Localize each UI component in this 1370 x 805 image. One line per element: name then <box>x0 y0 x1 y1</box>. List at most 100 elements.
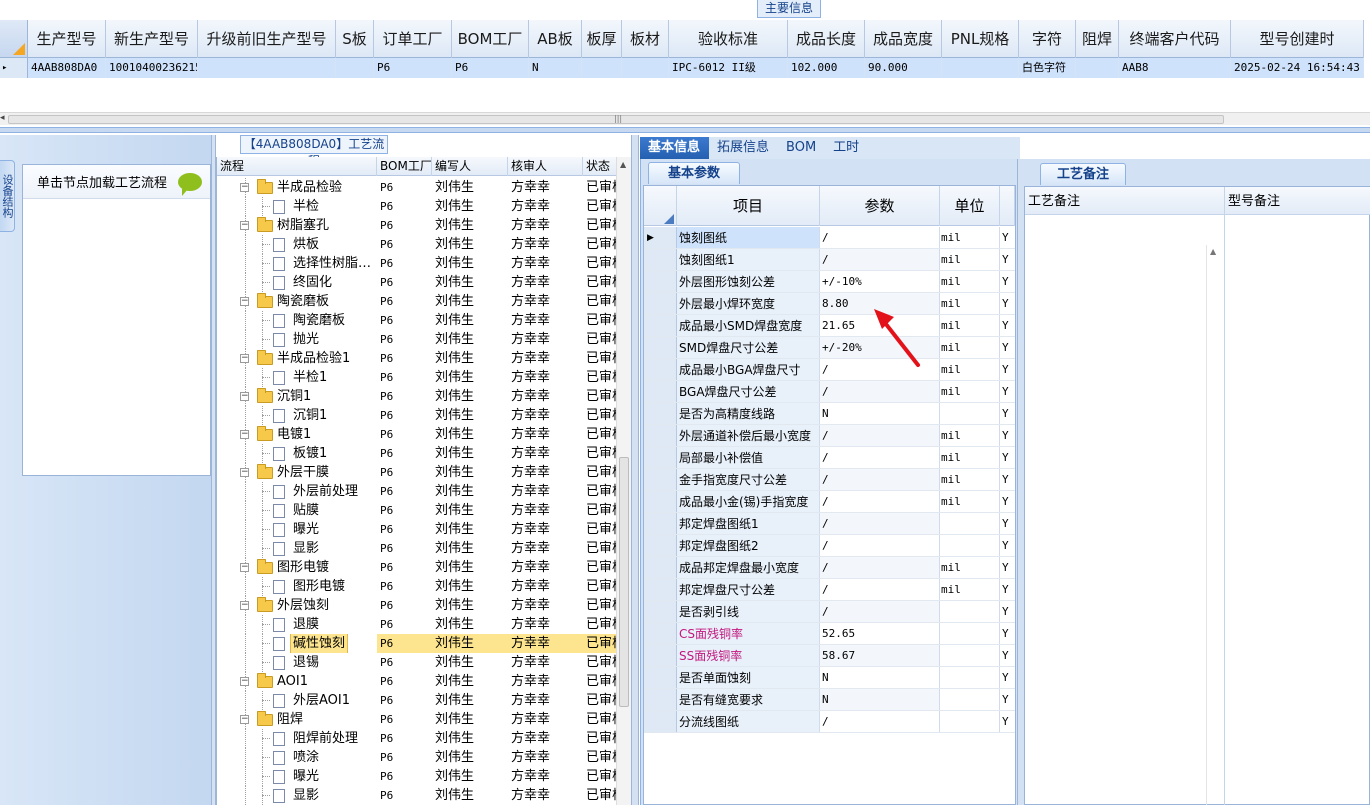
main-col-header[interactable]: 升级前旧生产型号 <box>198 20 336 58</box>
tree-node[interactable]: 板镀1 <box>217 444 377 463</box>
expand-toggle-icon[interactable]: − <box>240 430 249 439</box>
tree-row[interactable]: − 阻焊 P6 刘伟生 方幸幸 已审核 <box>217 710 623 729</box>
expand-toggle-icon[interactable]: − <box>240 221 249 230</box>
tree-node[interactable]: 外层前处理 <box>217 482 377 501</box>
main-cell[interactable] <box>336 58 374 78</box>
tree-node[interactable]: 抛光 <box>217 330 377 349</box>
expand-toggle-icon[interactable]: − <box>240 715 249 724</box>
tree-row[interactable]: − 外层蚀刻 P6 刘伟生 方幸幸 已审核 <box>217 596 623 615</box>
main-cell[interactable]: N <box>529 58 582 78</box>
tree-node[interactable]: 退锡 <box>217 653 377 672</box>
tree-node[interactable]: 图形电镀 <box>217 577 377 596</box>
tree-row[interactable]: − 图形电镀 P6 刘伟生 方幸幸 已审核 <box>217 558 623 577</box>
row-indicator-icon[interactable] <box>644 645 677 666</box>
param-value[interactable]: 52.65 <box>820 623 940 644</box>
detail-tab[interactable]: 工时 <box>825 137 868 159</box>
tree-row[interactable]: 碱性蚀刻 P6 刘伟生 方幸幸 已审核 <box>217 634 623 653</box>
main-col-header[interactable]: 订单工厂 <box>374 20 452 58</box>
tree-node[interactable]: 显影 <box>217 539 377 558</box>
param-row[interactable]: 外层最小焊环宽度 8.80 mil Y <box>644 293 1015 315</box>
tree-node[interactable]: 陶瓷磨板 <box>217 311 377 330</box>
main-col-header[interactable]: PNL规格 <box>942 20 1019 58</box>
main-cell[interactable]: 10010400236215 <box>106 58 198 78</box>
main-col-header[interactable]: 阻焊 <box>1076 20 1119 58</box>
param-row[interactable]: 成品最小BGA焊盘尺寸 / mil Y <box>644 359 1015 381</box>
tree-node[interactable]: − 阻焊 <box>217 710 377 729</box>
param-value[interactable]: / <box>820 491 940 512</box>
detail-tab[interactable]: 基本信息 <box>640 137 710 159</box>
row-indicator-icon[interactable] <box>644 689 677 710</box>
main-col-header[interactable]: 生产型号 <box>28 20 106 58</box>
tree-row[interactable]: 半检 P6 刘伟生 方幸幸 已审核 <box>217 197 623 216</box>
tree-node[interactable]: 沉铜1 <box>217 406 377 425</box>
tree-row[interactable]: 显影 P6 刘伟生 方幸幸 已审核 <box>217 786 623 805</box>
tree-row[interactable]: − 沉铜1 P6 刘伟生 方幸幸 已审核 <box>217 387 623 406</box>
param-col-header[interactable]: 单位 <box>940 186 1000 226</box>
param-value[interactable]: / <box>820 711 940 732</box>
tree-node[interactable]: − 沉铜1 <box>217 387 377 406</box>
tree-col-header[interactable]: 流程 <box>217 157 377 176</box>
scroll-up-icon[interactable]: ▲ <box>1210 247 1216 256</box>
tree-node[interactable]: 半检 <box>217 197 377 216</box>
param-row[interactable]: BGA焊盘尺寸公差 / mil Y <box>644 381 1015 403</box>
row-indicator-icon[interactable] <box>644 579 677 600</box>
param-row[interactable]: CS面残铜率 52.65 Y <box>644 623 1015 645</box>
tree-row[interactable]: 外层AOI1 P6 刘伟生 方幸幸 已审核 <box>217 691 623 710</box>
expand-toggle-icon[interactable]: − <box>240 677 249 686</box>
param-row[interactable]: 金手指宽度尺寸公差 / mil Y <box>644 469 1015 491</box>
main-col-header[interactable]: 成品长度 <box>788 20 865 58</box>
tree-node[interactable]: − AOI1 <box>217 672 377 691</box>
detail-tab[interactable]: BOM <box>778 137 825 159</box>
param-row[interactable]: 成品邦定焊盘最小宽度 / mil Y <box>644 557 1015 579</box>
param-row[interactable]: 是否剥引线 / Y <box>644 601 1015 623</box>
notes-col-model[interactable]: 型号备注 <box>1225 187 1370 215</box>
row-indicator-icon[interactable] <box>644 315 677 336</box>
tree-row[interactable]: − 半成品检验 P6 刘伟生 方幸幸 已审核 <box>217 178 623 197</box>
tree-row[interactable]: 曝光 P6 刘伟生 方幸幸 已审核 <box>217 767 623 786</box>
detail-tab[interactable]: 拓展信息 <box>709 137 778 159</box>
tree-node[interactable]: 烘板 <box>217 235 377 254</box>
main-cell[interactable] <box>582 58 622 78</box>
param-row[interactable]: 邦定焊盘图纸1/ Y <box>644 513 1015 535</box>
tree-node[interactable]: − 树脂塞孔 <box>217 216 377 235</box>
param-value[interactable]: / <box>820 579 940 600</box>
param-row[interactable]: 是否单面蚀刻 N Y <box>644 667 1015 689</box>
tree-col-header[interactable]: 核审人 <box>508 157 583 176</box>
scroll-left-icon[interactable]: ◂ <box>0 113 5 123</box>
notes-scrollbar[interactable]: ▲ <box>1206 245 1222 805</box>
tree-row[interactable]: 抛光 P6 刘伟生 方幸幸 已审核 <box>217 330 623 349</box>
tree-scrollbar-thumb[interactable] <box>619 457 629 707</box>
row-indicator-icon[interactable] <box>644 293 677 314</box>
tree-row[interactable]: − 半成品检验1 P6 刘伟生 方幸幸 已审核 <box>217 349 623 368</box>
row-indicator-icon[interactable] <box>644 711 677 732</box>
tree-node[interactable]: − 外层干膜 <box>217 463 377 482</box>
param-row[interactable]: 是否为高精度线路 N Y <box>644 403 1015 425</box>
main-col-header[interactable]: 新生产型号 <box>106 20 198 58</box>
param-row[interactable]: 分流线图纸 / Y <box>644 711 1015 733</box>
tree-node[interactable]: 外层AOI1 <box>217 691 377 710</box>
row-indicator-icon[interactable] <box>644 513 677 534</box>
main-cell[interactable] <box>622 58 669 78</box>
row-indicator-icon[interactable] <box>644 271 677 292</box>
tree-row[interactable]: 退锡 P6 刘伟生 方幸幸 已审核 <box>217 653 623 672</box>
tree-node[interactable]: 碱性蚀刻 <box>217 634 377 653</box>
tree-row[interactable]: − AOI1 P6 刘伟生 方幸幸 已审核 <box>217 672 623 691</box>
param-row[interactable]: 蚀刻图纸1/mil Y <box>644 249 1015 271</box>
expand-toggle-icon[interactable]: − <box>240 563 249 572</box>
tree-node[interactable]: − 外层蚀刻 <box>217 596 377 615</box>
main-grid-row[interactable]: ▸ 4AAB808DA0 10010400236215 P6 P6 N IPC-6012 I… <box>0 58 1364 78</box>
param-value[interactable]: / <box>820 557 940 578</box>
tree-node[interactable]: − 图形电镀 <box>217 558 377 577</box>
side-tab-device-structure[interactable]: 设备结构 <box>0 160 15 232</box>
row-indicator-icon[interactable] <box>644 667 677 688</box>
param-value[interactable]: 58.67 <box>820 645 940 666</box>
expand-toggle-icon[interactable]: − <box>240 392 249 401</box>
main-col-header[interactable]: BOM工厂 <box>452 20 529 58</box>
param-row[interactable]: 外层图形蚀刻公差 +/-10% mil Y <box>644 271 1015 293</box>
main-info-caption[interactable]: 主要信息 <box>757 0 821 18</box>
tree-vertical-scrollbar[interactable]: ▲ <box>616 157 631 805</box>
tab-basic-params[interactable]: 基本参数 <box>648 162 740 184</box>
row-indicator-icon[interactable] <box>644 469 677 490</box>
tree-row[interactable]: − 外层干膜 P6 刘伟生 方幸幸 已审核 <box>217 463 623 482</box>
main-cell[interactable]: 2025-02-24 16:54:43 <box>1231 58 1364 78</box>
